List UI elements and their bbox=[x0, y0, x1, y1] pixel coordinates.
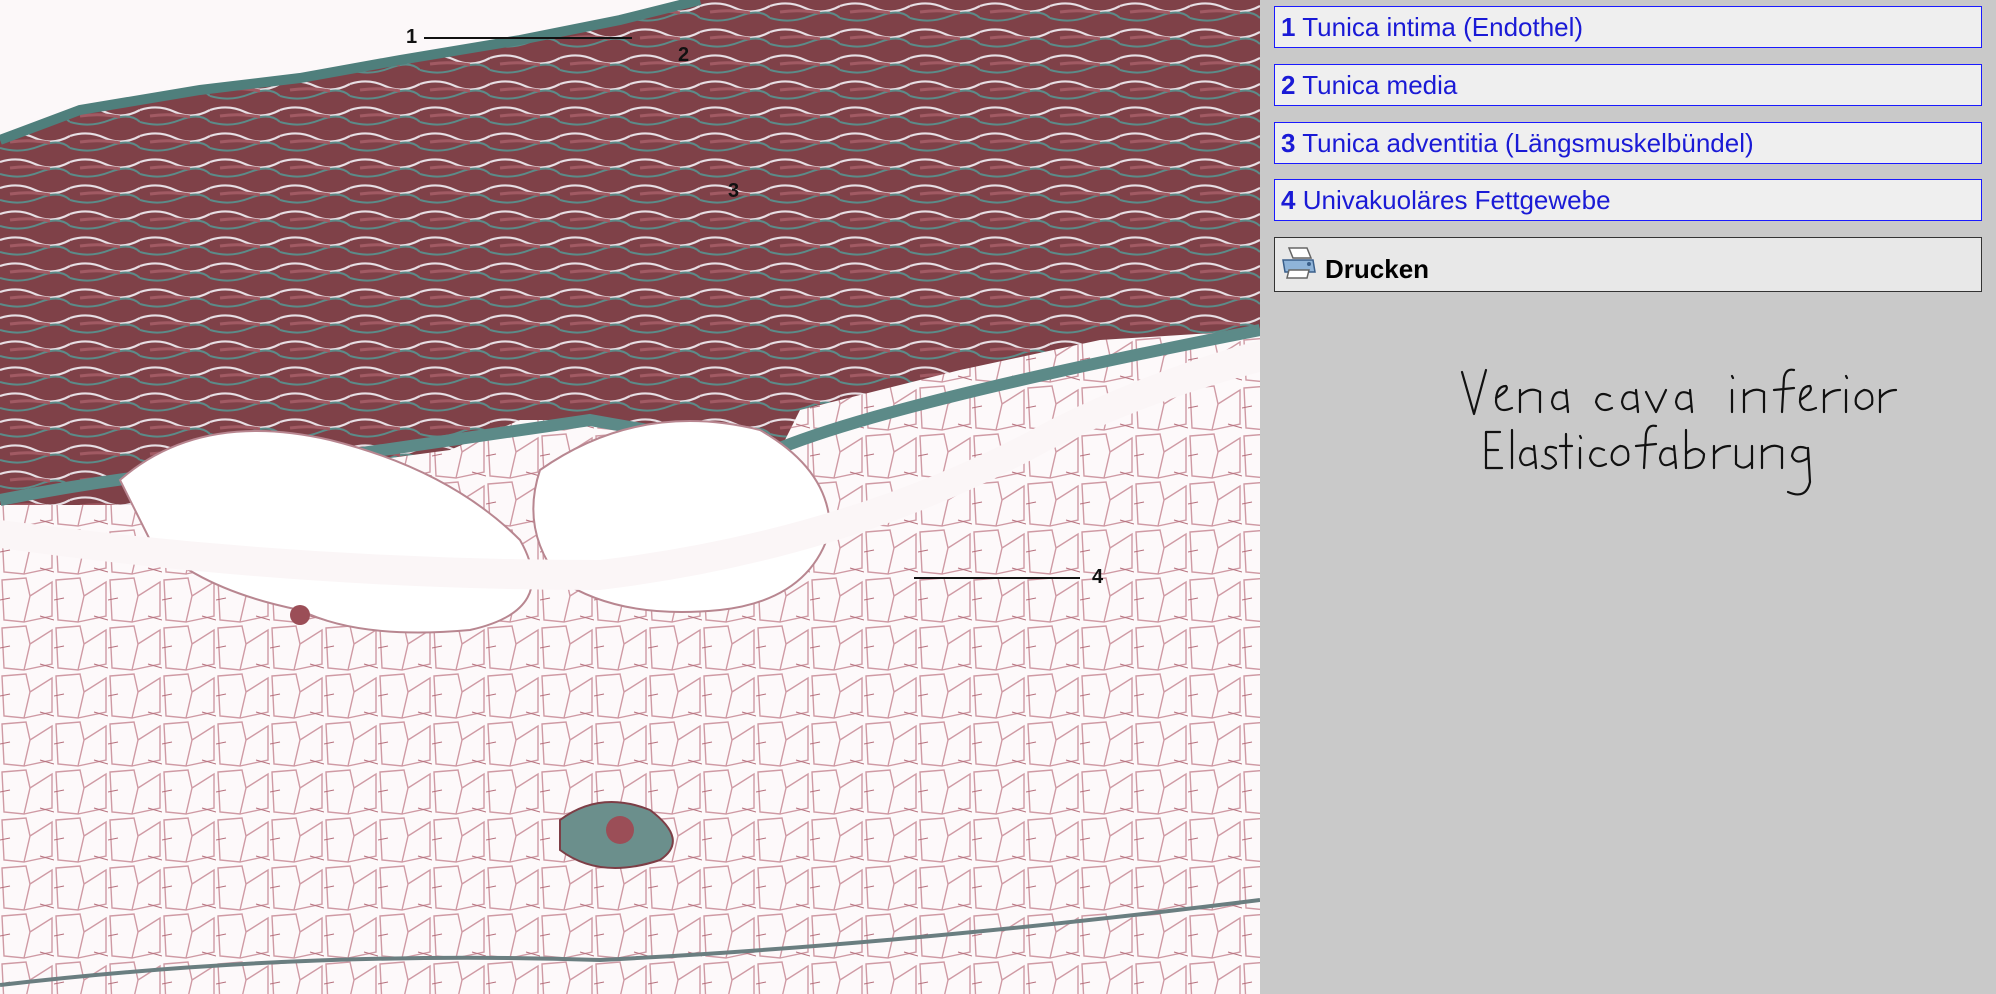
marker-3: 3 bbox=[728, 180, 740, 202]
legend-panel: 1 Tunica intima (Endothel) 2 Tunica medi… bbox=[1260, 0, 1996, 994]
legend-number: 4 bbox=[1281, 185, 1296, 215]
legend-item-tunica-intima[interactable]: 1 Tunica intima (Endothel) bbox=[1274, 6, 1982, 48]
legend-item-tunica-media[interactable]: 2 Tunica media bbox=[1274, 64, 1982, 106]
print-label: Drucken bbox=[1325, 254, 1430, 284]
marker-1: 1 bbox=[406, 26, 418, 48]
legend-item-tunica-adventitia[interactable]: 3 Tunica adventitia (Längsmuskelbündel) bbox=[1274, 122, 1982, 164]
legend-number: 2 bbox=[1281, 70, 1296, 100]
printer-icon bbox=[1281, 246, 1317, 287]
print-button[interactable]: Drucken bbox=[1274, 237, 1982, 292]
marker-2: 2 bbox=[678, 44, 690, 66]
legend-item-fettgewebe[interactable]: 4 Univakuoläres Fettgewebe bbox=[1274, 179, 1982, 221]
marker-4: 4 bbox=[1092, 566, 1104, 588]
histology-micrograph: 1 2 3 4 bbox=[0, 0, 1260, 994]
legend-label: Univakuoläres Fettgewebe bbox=[1302, 185, 1611, 215]
legend-label: Tunica intima (Endothel) bbox=[1302, 12, 1584, 42]
legend-number: 3 bbox=[1281, 128, 1296, 158]
legend-number: 1 bbox=[1281, 12, 1296, 42]
legend-label: Tunica adventitia (Längsmuskelbündel) bbox=[1302, 128, 1754, 158]
legend-label: Tunica media bbox=[1302, 70, 1458, 100]
handwritten-caption bbox=[1460, 368, 1898, 496]
micrograph-image bbox=[0, 0, 1260, 994]
